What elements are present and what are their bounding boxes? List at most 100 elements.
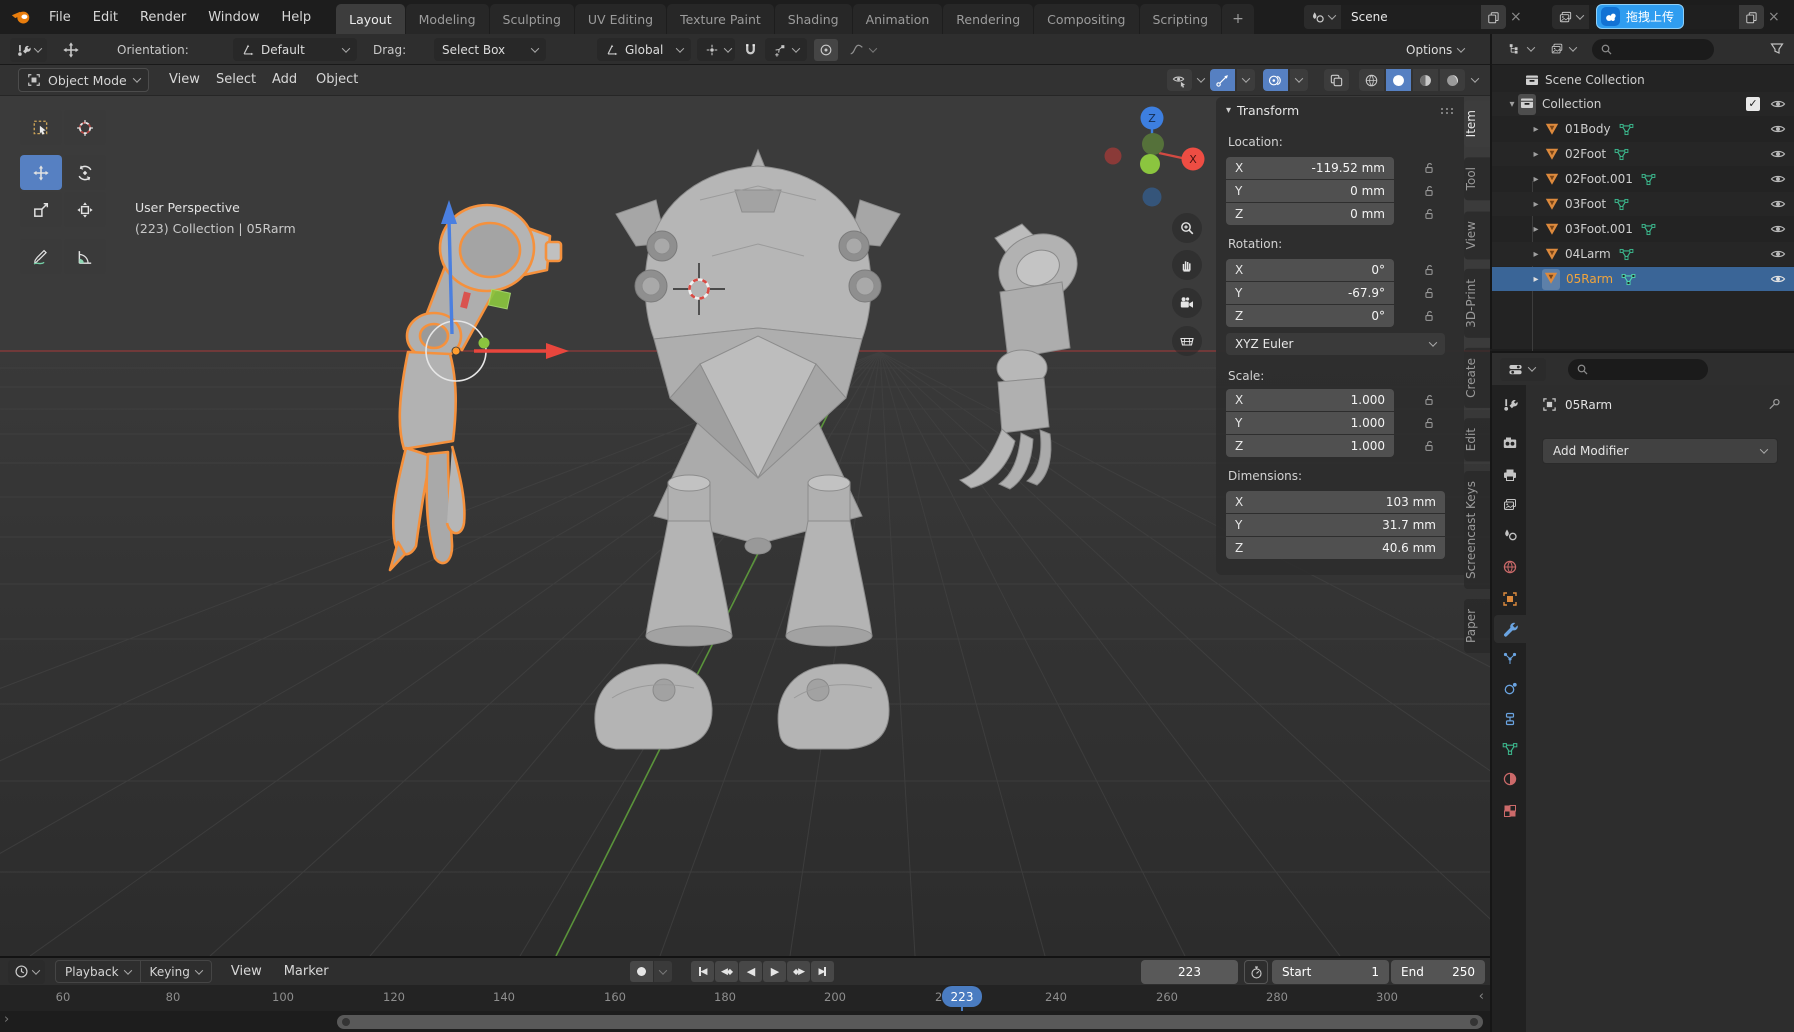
- expand-icon[interactable]: ▸: [1530, 124, 1542, 135]
- transform-panel-header[interactable]: ▾ Transform: [1216, 97, 1464, 122]
- scene-new-button[interactable]: [1481, 5, 1506, 29]
- tab-particle-properties[interactable]: [1494, 645, 1526, 673]
- rotation-y-field[interactable]: Y-67.9°: [1226, 282, 1394, 304]
- dimensions-z-field[interactable]: Z40.6 mm: [1226, 537, 1445, 559]
- gizmo-plane-handle-green[interactable]: [489, 289, 511, 309]
- view-layer-browse-button[interactable]: [1552, 5, 1589, 29]
- playback-menu[interactable]: Playback: [56, 961, 140, 982]
- scrollbar-thumb[interactable]: [337, 1015, 1483, 1029]
- add-modifier-button[interactable]: Add Modifier: [1542, 438, 1778, 464]
- lock-icon[interactable]: [1422, 393, 1436, 407]
- workspace-tab-scripting[interactable]: Scripting: [1140, 4, 1222, 34]
- expand-icon[interactable]: ▸: [1530, 174, 1542, 185]
- gizmo-axis-x-neg[interactable]: [1105, 148, 1122, 165]
- use-preview-range-button[interactable]: [1244, 960, 1268, 984]
- expand-icon[interactable]: ▸: [1530, 224, 1542, 235]
- shading-material-button[interactable]: [1413, 69, 1438, 91]
- visibility-eye-icon[interactable]: [1770, 221, 1786, 237]
- visibility-eye-icon[interactable]: [1770, 146, 1786, 162]
- scale-y-field[interactable]: Y1.000: [1226, 412, 1394, 434]
- workspace-tab-uv-editing[interactable]: UV Editing: [575, 4, 666, 34]
- visibility-eye-icon[interactable]: [1770, 246, 1786, 262]
- lock-icon[interactable]: [1422, 309, 1436, 323]
- lock-icon[interactable]: [1422, 161, 1436, 175]
- play-button[interactable]: ▶: [763, 961, 786, 982]
- sidebar-tab-create[interactable]: Create: [1464, 348, 1490, 408]
- tab-render-properties[interactable]: [1494, 429, 1526, 457]
- workspace-tab-compositing[interactable]: Compositing: [1034, 4, 1138, 34]
- workspace-tab-modeling[interactable]: Modeling: [406, 4, 489, 34]
- view-layer-remove-button[interactable]: ×: [1764, 9, 1784, 25]
- tab-object-properties[interactable]: [1494, 585, 1526, 613]
- auto-keyframe-record-button[interactable]: [630, 961, 653, 982]
- scale-x-field[interactable]: X1.000: [1226, 389, 1394, 411]
- keying-menu[interactable]: Keying: [140, 961, 211, 982]
- outliner-row-scene-collection[interactable]: Scene Collection: [1492, 68, 1794, 92]
- gizmos-toggle[interactable]: [1210, 69, 1235, 91]
- jump-to-start-button[interactable]: ◀: [691, 961, 714, 982]
- workspace-tab-animation[interactable]: Animation: [853, 4, 943, 34]
- outliner-row-object-selected[interactable]: ▸ 05Rarm: [1492, 267, 1794, 291]
- sidebar-tab-item[interactable]: Item: [1464, 100, 1490, 147]
- show-object-types-toggle[interactable]: [1167, 69, 1192, 91]
- expand-icon[interactable]: ▸: [1530, 199, 1542, 210]
- orientation-dropdown[interactable]: Default: [233, 38, 357, 61]
- falloff-dropdown[interactable]: [841, 38, 883, 61]
- tool-transform[interactable]: [64, 192, 106, 227]
- expand-icon[interactable]: ▸: [1530, 149, 1542, 160]
- rotation-x-field[interactable]: X0°: [1226, 259, 1394, 281]
- dimensions-x-field[interactable]: X103 mm: [1226, 491, 1445, 513]
- auto-keyframe-dropdown[interactable]: [654, 961, 672, 982]
- tab-modifier-properties[interactable]: [1494, 615, 1526, 643]
- sidebar-tab-screencast-keys[interactable]: Screencast Keys: [1464, 471, 1490, 589]
- view-layer-new-button[interactable]: [1739, 5, 1764, 29]
- pin-icon[interactable]: [1767, 397, 1782, 412]
- outliner-row-object[interactable]: ▸ 02Foot: [1492, 142, 1794, 166]
- gizmo-axis-y[interactable]: [1142, 133, 1164, 155]
- lock-icon[interactable]: [1422, 207, 1436, 221]
- xray-toggle[interactable]: [1324, 69, 1349, 91]
- expand-icon[interactable]: ▸: [1530, 274, 1542, 285]
- outliner-row-object[interactable]: ▸ 02Foot.001: [1492, 167, 1794, 191]
- properties-editor-type-dropdown[interactable]: [1500, 358, 1546, 381]
- tab-constraint-properties[interactable]: [1494, 705, 1526, 733]
- sidebar-tab-edit[interactable]: Edit: [1464, 418, 1490, 461]
- next-keyframe-button[interactable]: ◆▶: [787, 961, 810, 982]
- sidebar-tab-paper[interactable]: Paper: [1464, 599, 1490, 653]
- visibility-eye-icon[interactable]: [1770, 121, 1786, 137]
- current-frame-field[interactable]: 223: [1141, 960, 1238, 984]
- sidebar-tab-view[interactable]: View: [1464, 211, 1490, 259]
- region-corner-icon[interactable]: ›: [4, 1012, 9, 1027]
- playhead[interactable]: 223: [942, 986, 982, 1007]
- shading-dropdown[interactable]: [1471, 74, 1479, 82]
- menu-help[interactable]: Help: [271, 10, 323, 25]
- visibility-eye-icon[interactable]: [1770, 271, 1786, 287]
- tab-object-data-properties[interactable]: [1494, 735, 1526, 763]
- viewport-menu-select[interactable]: Select: [205, 72, 267, 87]
- add-workspace-button[interactable]: +: [1222, 4, 1254, 34]
- navigation-gizmo[interactable]: Z X: [1097, 96, 1217, 211]
- rotation-z-field[interactable]: Z0°: [1226, 305, 1394, 327]
- viewport-menu-object[interactable]: Object: [305, 72, 369, 87]
- expand-icon[interactable]: ▾: [1506, 99, 1518, 110]
- snap-magnet-icon[interactable]: [743, 42, 758, 57]
- frame-start-field[interactable]: Start1: [1272, 960, 1389, 984]
- outliner-row-collection[interactable]: ▾ Collection ✓: [1492, 92, 1794, 116]
- panel-grip-icon[interactable]: [1440, 107, 1454, 114]
- menu-file[interactable]: File: [38, 10, 82, 25]
- filter-funnel-icon[interactable]: [1769, 41, 1785, 57]
- tool-move[interactable]: [20, 155, 62, 190]
- gizmo-y-handle[interactable]: [479, 338, 490, 349]
- outliner-display-mode-dropdown[interactable]: [1500, 38, 1542, 61]
- region-collapse-icon[interactable]: ‹: [1479, 989, 1484, 1004]
- outliner-row-object[interactable]: ▸ 01Body: [1492, 117, 1794, 141]
- outliner-filter-collection-dropdown[interactable]: [1542, 38, 1584, 61]
- pivot-point-dropdown[interactable]: [697, 38, 735, 61]
- workspace-tab-rendering[interactable]: Rendering: [943, 4, 1033, 34]
- tool-select-box[interactable]: [20, 110, 62, 145]
- workspace-tab-sculpting[interactable]: Sculpting: [490, 4, 574, 34]
- previous-keyframe-button[interactable]: ◀◆: [715, 961, 738, 982]
- tab-physics-properties[interactable]: [1494, 675, 1526, 703]
- timeline-menu-view[interactable]: View: [220, 964, 273, 979]
- tool-cursor[interactable]: [64, 110, 106, 145]
